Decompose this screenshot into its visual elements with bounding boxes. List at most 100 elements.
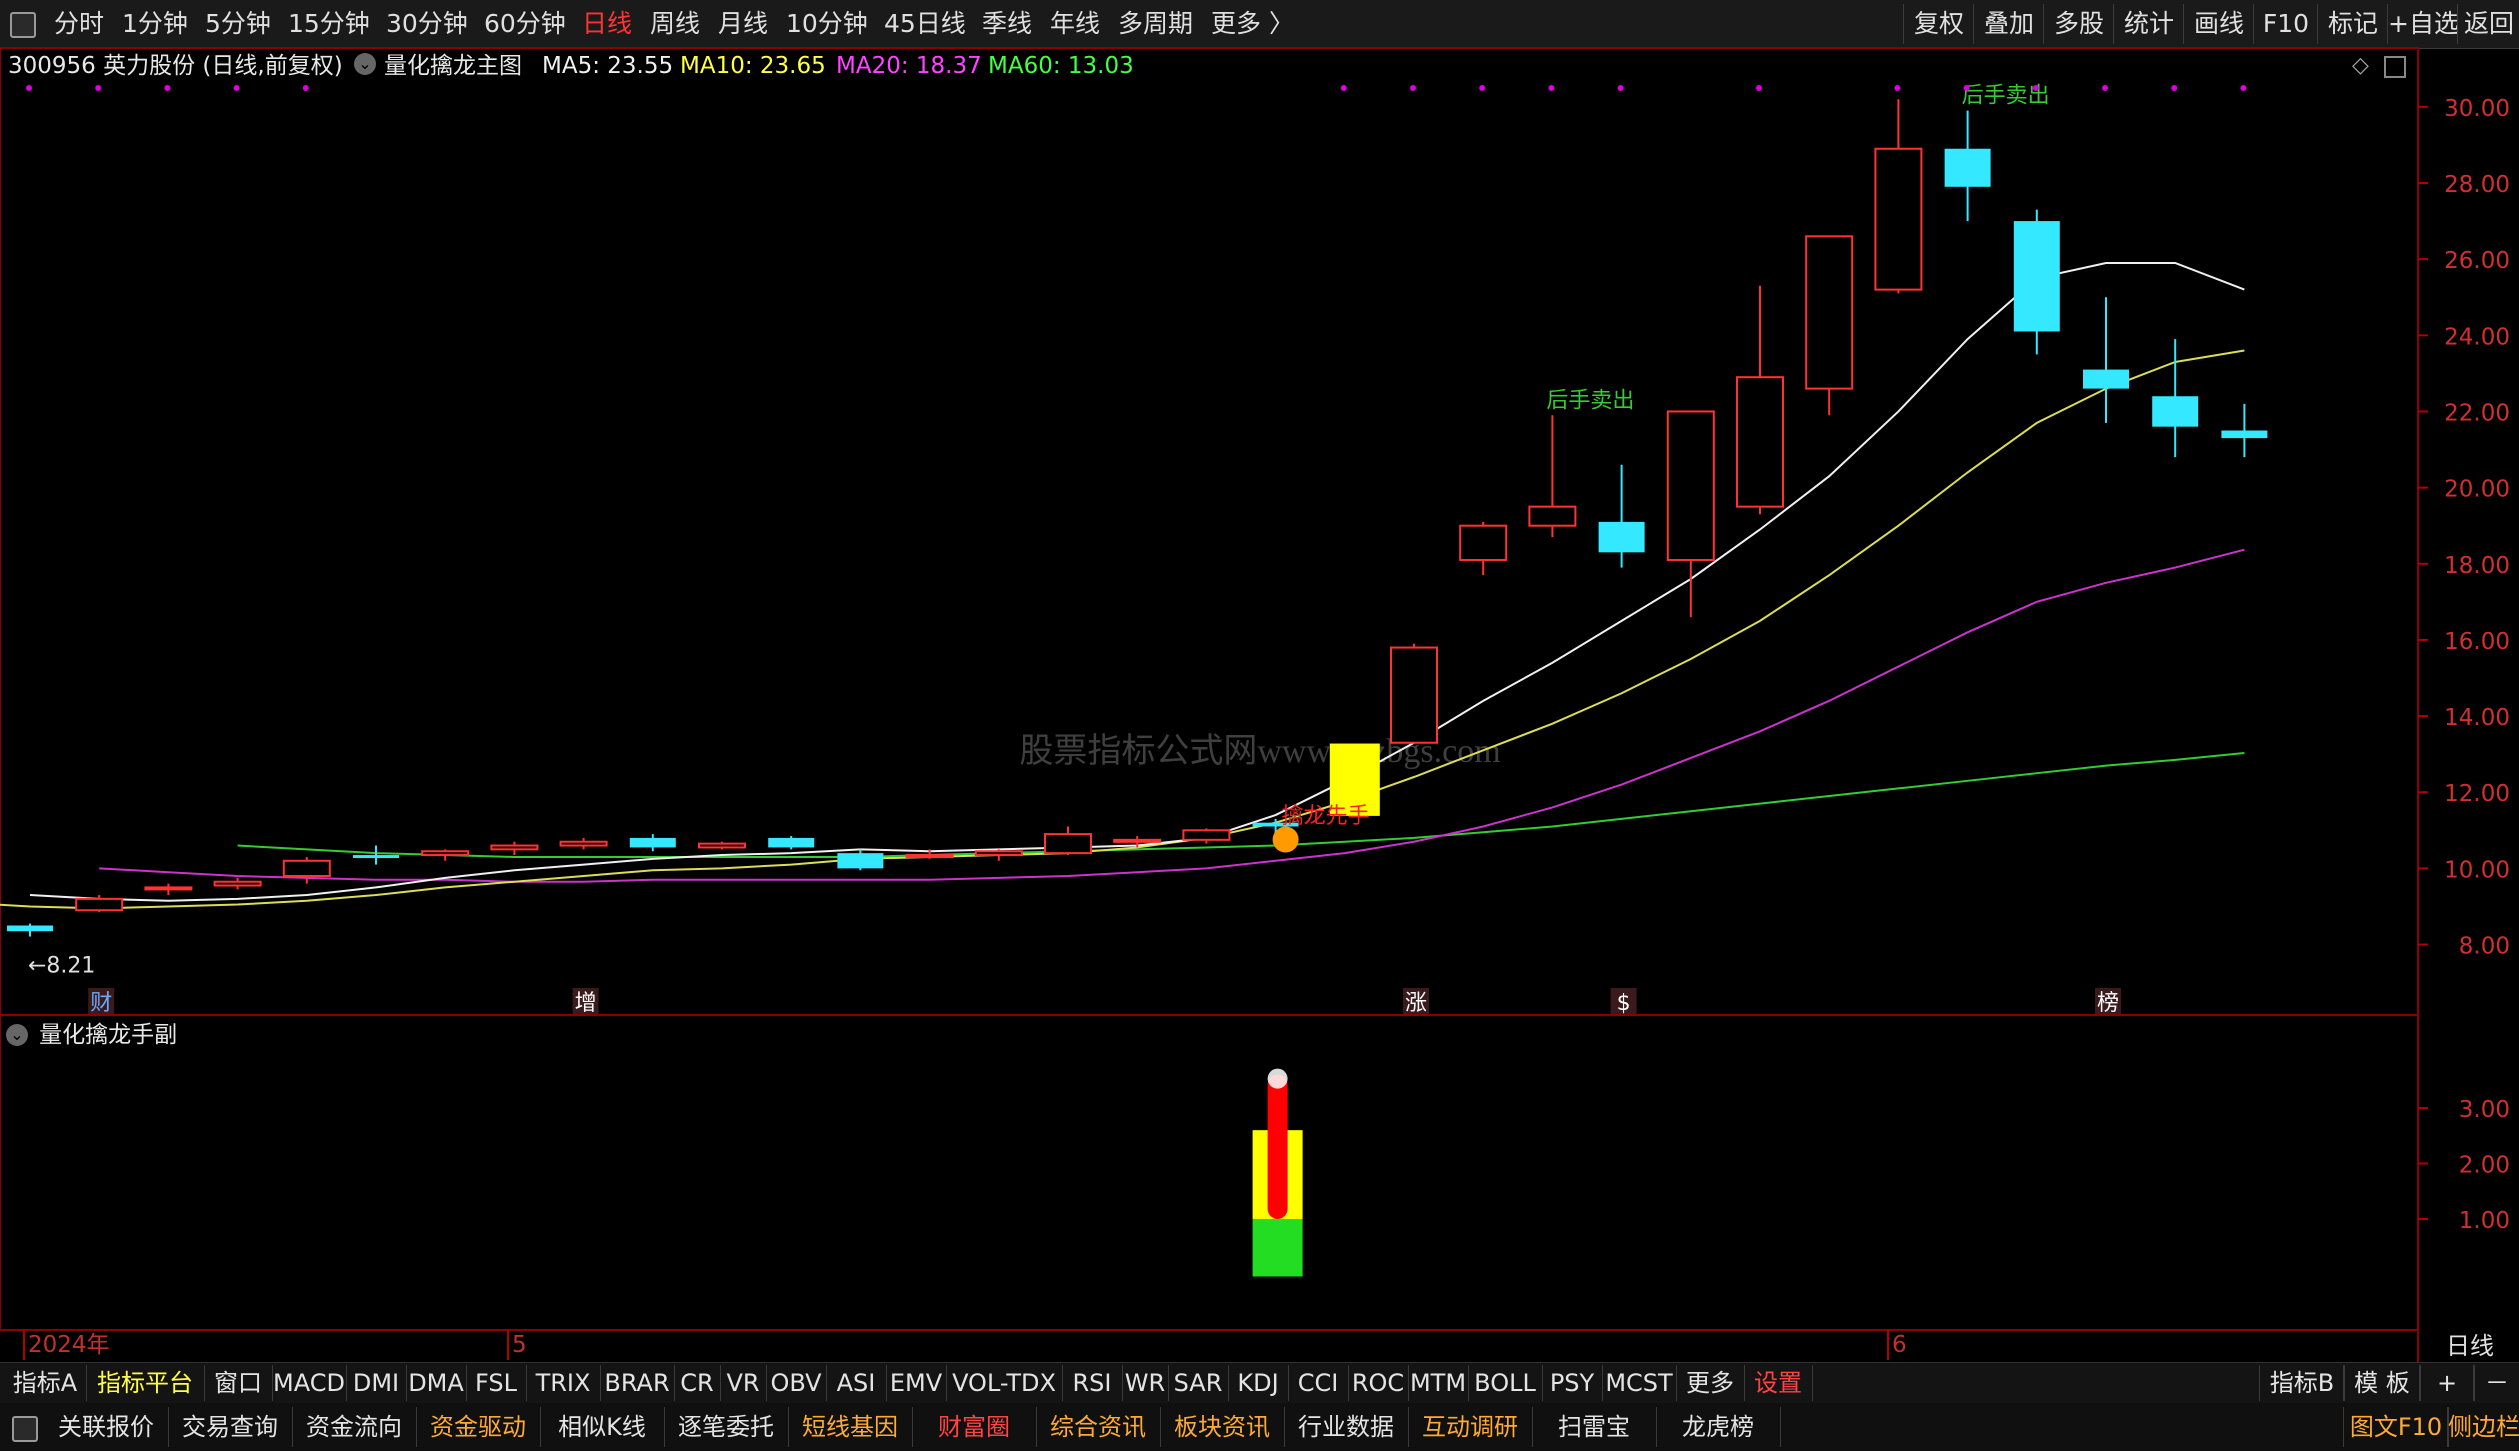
function-tab-4[interactable]: 相似K线 <box>540 1407 665 1447</box>
indicator-tab-5[interactable]: DMA <box>406 1365 467 1401</box>
top-dot <box>1548 85 1555 91</box>
indicator-tab-19[interactable]: CCI <box>1288 1365 1349 1401</box>
date-axis: 2024年 5 6 日线 <box>23 1330 2494 1360</box>
event-badge: 涨 <box>1405 991 1427 1016</box>
top-dot <box>1479 85 1486 91</box>
indicator-tab-9[interactable]: CR <box>674 1365 721 1401</box>
top-dot <box>2171 85 2178 91</box>
top-dot <box>2240 85 2247 91</box>
candle-body <box>490 844 539 851</box>
sub-axis: 3.00 2.00 1.00 <box>2418 1097 2510 1234</box>
signal-dot <box>1272 826 1299 853</box>
price-label: 16.00 <box>2444 629 2510 655</box>
sub-bar-red <box>1267 1074 1288 1219</box>
indicator-tab-22[interactable]: BOLL <box>1468 1365 1543 1401</box>
indicator-right-2[interactable]: + <box>2419 1365 2475 1401</box>
price-label: 22.00 <box>2444 400 2510 426</box>
function-tab-3[interactable]: 资金驱动 <box>416 1407 541 1447</box>
indicator-tab-6[interactable]: FSL <box>466 1365 527 1401</box>
period-label: 日线 <box>2446 1332 2494 1360</box>
function-tab-2[interactable]: 资金流向 <box>292 1407 417 1447</box>
price-axis: 30.00 28.00 26.00 24.00 22.00 20.00 18.00 16.00… <box>2418 96 2510 960</box>
indicator-tab-25[interactable]: 更多 <box>1676 1365 1745 1401</box>
function-tab-9[interactable]: 板块资讯 <box>1160 1407 1285 1447</box>
candle-body <box>7 925 53 932</box>
sub-label: 2.00 <box>2459 1152 2510 1178</box>
indicator-tab-23[interactable]: PSY <box>1542 1365 1603 1401</box>
indicator-tab-4[interactable]: DMI <box>346 1365 407 1401</box>
top-dot <box>2102 85 2108 91</box>
indicator-tab-18[interactable]: KDJ <box>1228 1365 1289 1401</box>
event-badge: 榜 <box>2097 991 2119 1016</box>
indicator-tab-14[interactable]: VOL-TDX <box>946 1365 1063 1401</box>
top-dot <box>2032 85 2039 91</box>
moving-average-lines <box>0 261 2245 910</box>
ma10-line <box>0 349 2245 910</box>
function-tab-0[interactable]: 关联报价 <box>44 1407 169 1447</box>
price-label: 12.00 <box>2444 781 2510 807</box>
candle-body <box>2013 221 2060 332</box>
date-label: 6 <box>1892 1332 1907 1358</box>
signal-label: 后手卖出 <box>1546 388 1634 413</box>
candle-body <box>629 837 676 848</box>
function-tab-13[interactable]: 龙虎榜 <box>1656 1407 1781 1447</box>
indicator-right-3[interactable]: － <box>2473 1365 2519 1401</box>
indicator-tab-10[interactable]: VR <box>720 1365 767 1401</box>
function-tab-12[interactable]: 扫雷宝 <box>1532 1407 1657 1447</box>
event-badge: $ <box>1617 991 1631 1016</box>
candle-body <box>2083 369 2129 389</box>
function-right-1[interactable]: 侧边栏 <box>2447 1407 2519 1447</box>
indicator-tab-17[interactable]: SAR <box>1168 1365 1229 1401</box>
sub-indicator-bars <box>1252 1068 1303 1277</box>
indicator-tab-11[interactable]: OBV <box>766 1365 827 1401</box>
function-tab-5[interactable]: 逐笔委托 <box>664 1407 789 1447</box>
price-label: 14.00 <box>2444 705 2510 731</box>
indicator-tab-16[interactable]: WR <box>1122 1365 1169 1401</box>
indicator-tab-0[interactable]: 指标A <box>4 1365 87 1401</box>
main-panel-border <box>0 47 2419 1016</box>
ma5-line <box>29 261 2245 902</box>
indicator-tab-24[interactable]: MCST <box>1602 1365 1677 1401</box>
function-tab-7[interactable]: 财富圈 <box>912 1407 1037 1447</box>
function-tab-8[interactable]: 综合资讯 <box>1036 1407 1161 1447</box>
candle-body <box>213 880 262 887</box>
candle-body <box>1044 833 1092 855</box>
function-tab-6[interactable]: 短线基因 <box>788 1407 913 1447</box>
price-label: 18.00 <box>2444 553 2510 579</box>
indicator-right-0[interactable]: 指标B <box>2259 1365 2345 1401</box>
indicator-tab-1[interactable]: 指标平台 <box>86 1365 205 1401</box>
indicator-tab-20[interactable]: ROC <box>1348 1365 1409 1401</box>
indicator-tab-26[interactable]: 设置 <box>1744 1365 1813 1401</box>
indicator-tab-7[interactable]: TRIX <box>526 1365 601 1401</box>
top-dot <box>1410 85 1416 91</box>
top-dot <box>302 85 309 91</box>
top-dot <box>233 85 240 91</box>
function-tab-10[interactable]: 行业数据 <box>1284 1407 1409 1447</box>
candle-body <box>837 853 884 869</box>
candle-body <box>768 837 815 848</box>
candle-body <box>1736 376 1784 508</box>
price-label: 30.00 <box>2444 96 2510 122</box>
kline-chart[interactable]: 股票指标公式网www.gpzbgs.com ←8.21 擒龙先手后手卖出后手卖出… <box>0 0 2519 1362</box>
indicator-tab-3[interactable]: MACD <box>272 1365 347 1401</box>
price-label: 26.00 <box>2444 248 2510 274</box>
top-dot-markers <box>26 85 2247 91</box>
sub-bar-green <box>1252 1218 1303 1277</box>
candle-body <box>144 886 193 891</box>
indicator-tab-15[interactable]: RSI <box>1062 1365 1123 1401</box>
date-label: 2024年 <box>28 1332 110 1358</box>
indicator-tab-2[interactable]: 窗口 <box>204 1365 273 1401</box>
indicator-tab-21[interactable]: MTM <box>1408 1365 1469 1401</box>
indicator-tab-12[interactable]: ASI <box>826 1365 887 1401</box>
candle-body <box>905 854 954 859</box>
indicator-right-1[interactable]: 模 板 <box>2343 1365 2421 1401</box>
panel-icon[interactable] <box>12 1416 38 1442</box>
event-badges: 财 增 涨 $ 榜 <box>88 988 2121 1016</box>
top-dot <box>1340 85 1347 91</box>
indicator-tab-13[interactable]: EMV <box>886 1365 947 1401</box>
function-right-0[interactable]: 图文F10 <box>2343 1407 2449 1447</box>
indicator-tab-8[interactable]: BRAR <box>600 1365 675 1401</box>
function-tab-1[interactable]: 交易查询 <box>168 1407 293 1447</box>
function-tab-11[interactable]: 互动调研 <box>1408 1407 1533 1447</box>
top-dot <box>26 85 32 91</box>
